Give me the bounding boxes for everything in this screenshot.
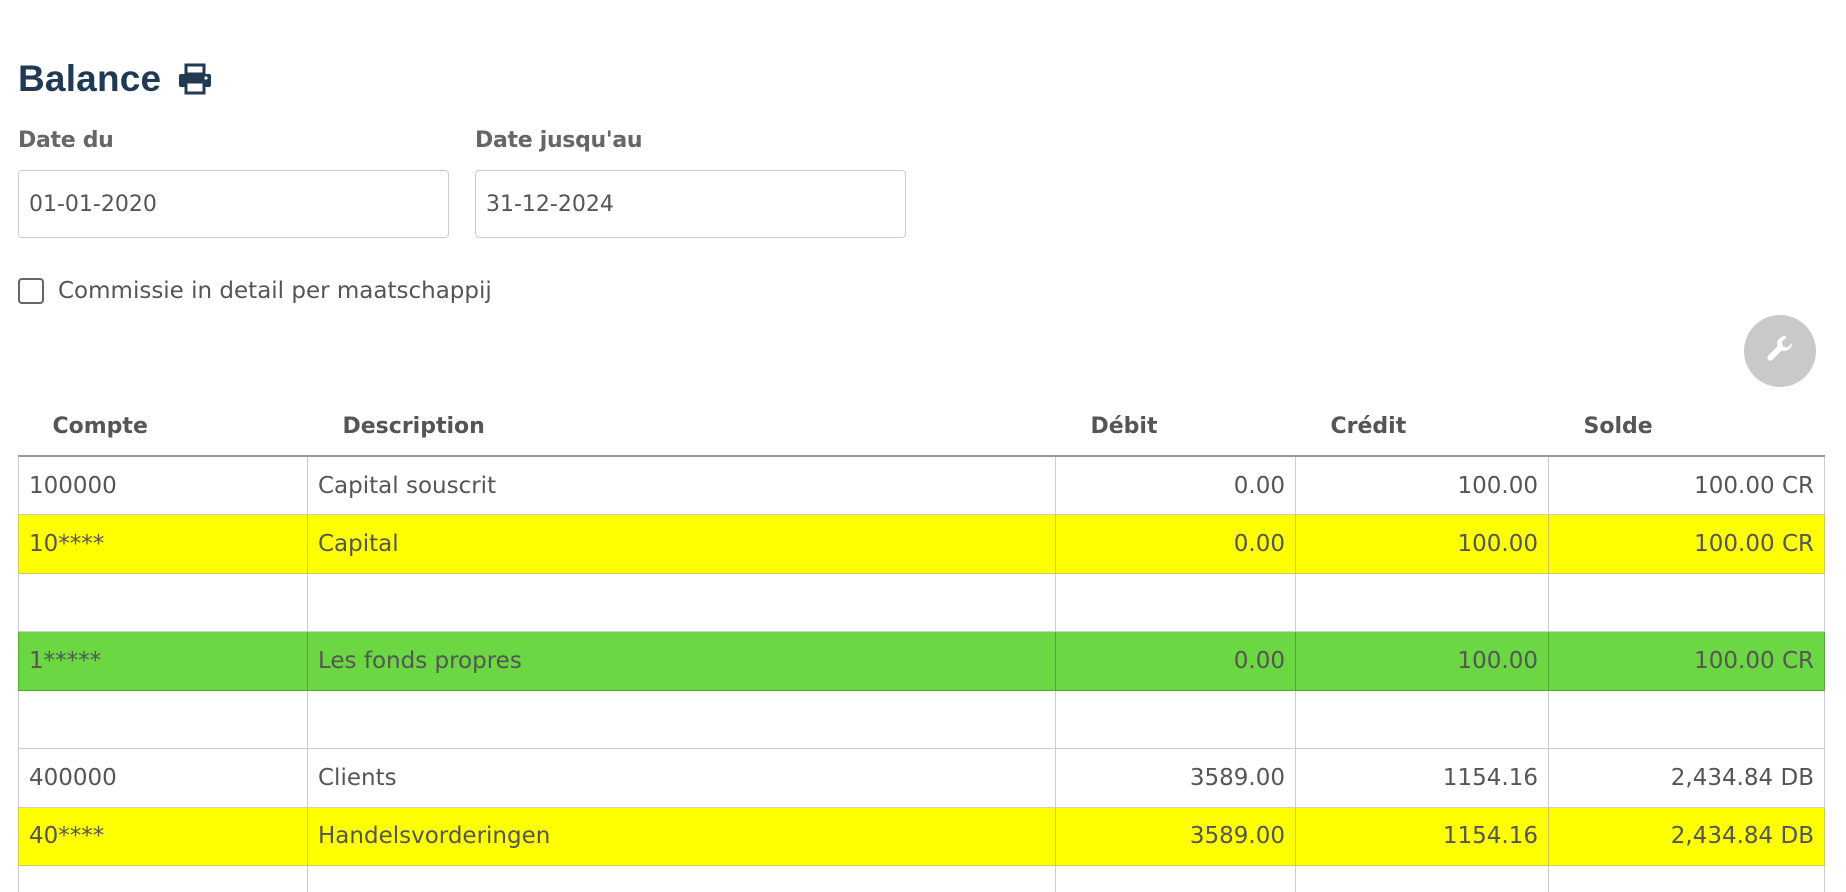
cell-debit bbox=[1055, 572, 1296, 632]
cell-account: 100000 bbox=[18, 455, 308, 515]
cell-description: Les fonds propres bbox=[307, 631, 1056, 691]
date-from-input[interactable] bbox=[18, 170, 449, 238]
title-row: Balance bbox=[18, 58, 213, 100]
cell-debit bbox=[1055, 689, 1296, 749]
cell-balance: 100.00 CR bbox=[1548, 514, 1825, 574]
wrench-icon bbox=[1764, 333, 1796, 369]
cell-debit: 3589.00 bbox=[1055, 748, 1296, 808]
cell-account: 40**** bbox=[18, 806, 308, 866]
cell-credit bbox=[1295, 865, 1549, 892]
cell-description bbox=[307, 689, 1056, 749]
cell-balance: 100.00 CR bbox=[1548, 455, 1825, 515]
balance-table: Compte Description Débit Crédit Solde 10… bbox=[18, 398, 1825, 892]
cell-balance: 2,434.84 DB bbox=[1548, 806, 1825, 866]
cell-debit: 3589.00 bbox=[1055, 806, 1296, 866]
cell-description: Capital bbox=[307, 514, 1056, 574]
print-icon[interactable] bbox=[177, 63, 213, 95]
table-row: 400000 Clients 3589.00 1154.16 2,434.84 … bbox=[18, 748, 1825, 808]
cell-account bbox=[18, 689, 308, 749]
cell-balance bbox=[1548, 865, 1825, 892]
table-row-subtotal: 10**** Capital 0.00 100.00 100.00 CR bbox=[18, 514, 1825, 574]
table-row-empty bbox=[18, 865, 1825, 892]
cell-description bbox=[307, 572, 1056, 632]
commission-detail-row: Commissie in detail per maatschappij bbox=[18, 278, 492, 304]
cell-credit: 1154.16 bbox=[1295, 806, 1549, 866]
column-header-description[interactable]: Description bbox=[307, 398, 1056, 457]
cell-credit: 1154.16 bbox=[1295, 748, 1549, 808]
cell-balance: 100.00 CR bbox=[1548, 631, 1825, 691]
table-header-row: Compte Description Débit Crédit Solde bbox=[18, 398, 1825, 457]
cell-balance bbox=[1548, 572, 1825, 632]
settings-button[interactable] bbox=[1744, 315, 1816, 387]
commission-detail-checkbox[interactable] bbox=[18, 278, 44, 304]
table-row-empty bbox=[18, 572, 1825, 632]
table-row: 100000 Capital souscrit 0.00 100.00 100.… bbox=[18, 455, 1825, 515]
cell-balance: 2,434.84 DB bbox=[1548, 748, 1825, 808]
table-row-empty bbox=[18, 689, 1825, 749]
cell-credit bbox=[1295, 572, 1549, 632]
cell-description: Capital souscrit bbox=[307, 455, 1056, 515]
cell-debit: 0.00 bbox=[1055, 514, 1296, 574]
column-header-credit[interactable]: Crédit bbox=[1295, 398, 1549, 457]
commission-detail-label: Commissie in detail per maatschappij bbox=[58, 278, 492, 304]
page-title: Balance bbox=[18, 58, 162, 99]
column-header-account[interactable]: Compte bbox=[18, 398, 308, 457]
cell-description bbox=[307, 865, 1056, 892]
balance-page: Balance Date du Date jusqu'au Commissie … bbox=[0, 0, 1846, 892]
cell-account bbox=[18, 572, 308, 632]
column-header-balance[interactable]: Solde bbox=[1548, 398, 1825, 457]
cell-credit bbox=[1295, 689, 1549, 749]
cell-balance bbox=[1548, 689, 1825, 749]
cell-account: 400000 bbox=[18, 748, 308, 808]
table-row-subtotal: 40**** Handelsvorderingen 3589.00 1154.1… bbox=[18, 806, 1825, 866]
cell-debit bbox=[1055, 865, 1296, 892]
date-from-field: Date du bbox=[18, 128, 449, 238]
cell-description: Clients bbox=[307, 748, 1056, 808]
cell-credit: 100.00 bbox=[1295, 631, 1549, 691]
column-header-debit[interactable]: Débit bbox=[1055, 398, 1296, 457]
cell-description: Handelsvorderingen bbox=[307, 806, 1056, 866]
date-to-input[interactable] bbox=[475, 170, 906, 238]
cell-credit: 100.00 bbox=[1295, 455, 1549, 515]
cell-debit: 0.00 bbox=[1055, 455, 1296, 515]
table-row-total: 1***** Les fonds propres 0.00 100.00 100… bbox=[18, 631, 1825, 691]
cell-credit: 100.00 bbox=[1295, 514, 1549, 574]
cell-account: 1***** bbox=[18, 631, 308, 691]
date-to-label: Date jusqu'au bbox=[475, 128, 643, 153]
cell-account: 10**** bbox=[18, 514, 308, 574]
cell-debit: 0.00 bbox=[1055, 631, 1296, 691]
date-to-field: Date jusqu'au bbox=[475, 128, 906, 238]
date-from-label: Date du bbox=[18, 128, 114, 153]
cell-account bbox=[18, 865, 308, 892]
